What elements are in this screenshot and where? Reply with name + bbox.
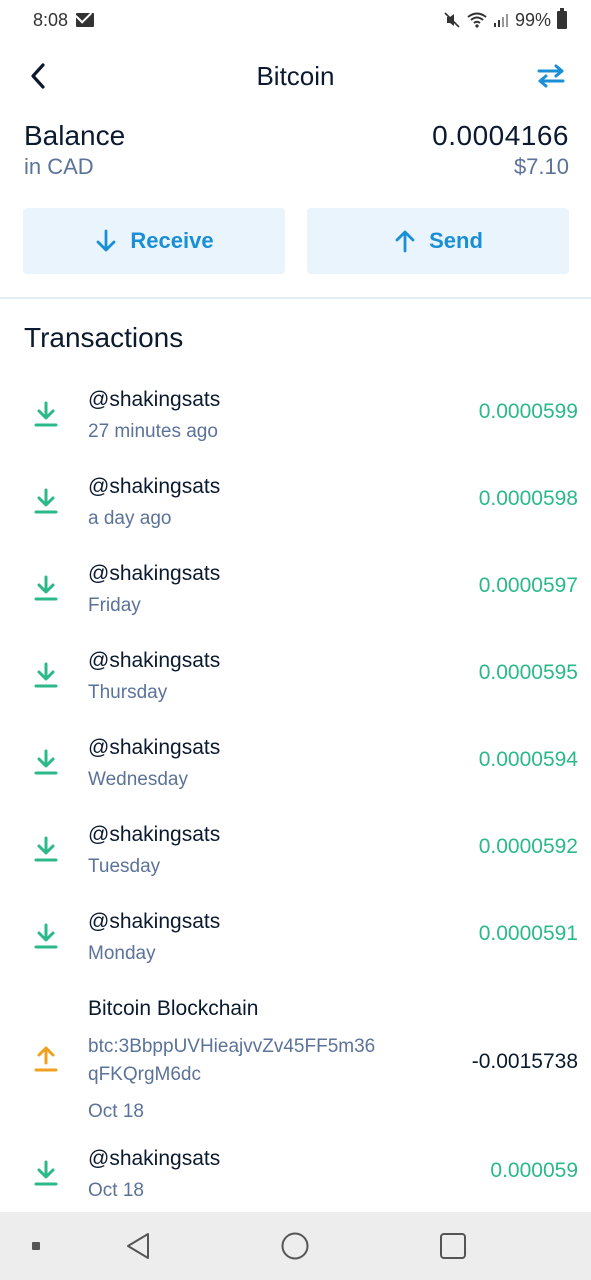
transaction-row[interactable]: @shakingsats Monday 0.0000591 <box>0 902 591 989</box>
transaction-name: @shakingsats <box>88 910 221 933</box>
wifi-icon <box>467 12 487 28</box>
balance-amount: 0.0004166 <box>432 120 569 151</box>
page-title: Bitcoin <box>256 60 335 91</box>
mute-icon <box>444 12 460 28</box>
transaction-amount: 0.0000592 <box>478 835 578 858</box>
overview-nav-button[interactable] <box>437 1230 469 1262</box>
arrow-down-icon <box>97 229 116 252</box>
transaction-amount: 0.0000595 <box>478 661 578 684</box>
battery-percent: 99% <box>514 9 551 30</box>
transaction-amount: -0.0015738 <box>471 1050 578 1073</box>
transaction-row[interactable]: @shakingsats Thursday 0.0000595 <box>0 641 591 728</box>
send-button[interactable]: Send <box>307 208 569 274</box>
transaction-row[interactable]: @shakingsats a day ago 0.0000598 <box>0 467 591 554</box>
send-label: Send <box>429 228 483 253</box>
transaction-row[interactable]: @shakingsats Wednesday 0.0000594 <box>0 728 591 815</box>
signal-icon <box>493 14 508 27</box>
receive-icon <box>34 575 58 601</box>
transaction-time: Oct 18 <box>88 1101 144 1122</box>
transaction-time: Monday <box>88 943 156 964</box>
swap-currency-button[interactable] <box>533 60 569 92</box>
transactions-heading: Transactions <box>24 322 184 353</box>
transactions-list: @shakingsats 27 minutes ago 0.0000599 @s… <box>0 380 591 1226</box>
transaction-amount: 0.0000591 <box>478 922 578 945</box>
receive-icon <box>34 749 58 775</box>
transaction-name: @shakingsats <box>88 736 221 759</box>
transaction-row[interactable]: @shakingsats 27 minutes ago 0.0000599 <box>0 380 591 467</box>
triangle-back-icon <box>127 1233 149 1259</box>
transaction-amount: 0.0000599 <box>478 400 578 423</box>
receive-button[interactable]: Receive <box>23 208 285 274</box>
swap-arrows-icon <box>537 64 565 88</box>
receive-icon <box>34 401 58 427</box>
transaction-amount: 0.000059 <box>490 1159 578 1182</box>
transaction-name: @shakingsats <box>88 823 221 846</box>
header: Bitcoin <box>0 48 591 104</box>
transaction-row[interactable]: @shakingsats Tuesday 0.0000592 <box>0 815 591 902</box>
circle-home-icon <box>281 1232 309 1260</box>
balance-fiat: $7.10 <box>513 154 569 179</box>
transaction-name: @shakingsats <box>88 649 221 672</box>
transaction-name: @shakingsats <box>88 388 221 411</box>
transaction-time: Oct 18 <box>88 1180 144 1201</box>
balance-currency-label: in CAD <box>24 154 94 179</box>
balance-section: Balance in CAD 0.0004166 $7.10 <box>24 120 569 180</box>
receive-icon <box>34 1160 58 1186</box>
transaction-name: @shakingsats <box>88 475 221 498</box>
transaction-row[interactable]: @shakingsats Friday 0.0000597 <box>0 554 591 641</box>
action-buttons: Receive Send <box>23 208 569 274</box>
transaction-name: @shakingsats <box>88 1147 221 1170</box>
transaction-time: a day ago <box>88 508 172 529</box>
transaction-amount: 0.0000598 <box>478 487 578 510</box>
transaction-time: Tuesday <box>88 856 161 877</box>
receive-icon <box>34 836 58 862</box>
transaction-time: Friday <box>88 595 141 616</box>
balance-label: Balance <box>24 120 126 151</box>
battery-icon <box>557 8 567 29</box>
chevron-left-icon <box>31 63 45 89</box>
back-nav-button[interactable] <box>122 1230 154 1262</box>
transaction-amount: 0.0000594 <box>478 748 578 771</box>
mail-icon <box>76 13 95 27</box>
transaction-time: Thursday <box>88 682 168 703</box>
transaction-row[interactable]: Bitcoin Blockchain btc:3BbppUVHieajvvZv4… <box>0 989 591 1139</box>
receive-label: Receive <box>130 228 214 253</box>
back-button[interactable] <box>22 60 54 92</box>
recents-dot-button[interactable] <box>20 1230 52 1262</box>
status-time: 8:08 <box>33 9 69 30</box>
transaction-name: Bitcoin Blockchain <box>88 997 259 1020</box>
send-icon <box>34 1046 58 1072</box>
dot-icon <box>32 1242 40 1250</box>
arrow-up-icon <box>395 230 415 253</box>
system-nav-bar <box>0 1212 591 1280</box>
receive-icon <box>34 488 58 514</box>
transaction-amount: 0.0000597 <box>478 574 578 597</box>
receive-icon <box>34 923 58 949</box>
home-nav-button[interactable] <box>279 1230 311 1262</box>
status-bar: 8:08 99% <box>0 0 591 40</box>
transaction-time: Wednesday <box>88 769 188 790</box>
transaction-address: btc:3BbppUVHieajvvZv45FF5m36qFKQrgM6dc <box>88 1036 376 1085</box>
square-overview-icon <box>440 1233 466 1259</box>
divider <box>0 297 591 299</box>
transaction-name: @shakingsats <box>88 562 221 585</box>
receive-icon <box>34 662 58 688</box>
transaction-time: 27 minutes ago <box>88 421 218 442</box>
